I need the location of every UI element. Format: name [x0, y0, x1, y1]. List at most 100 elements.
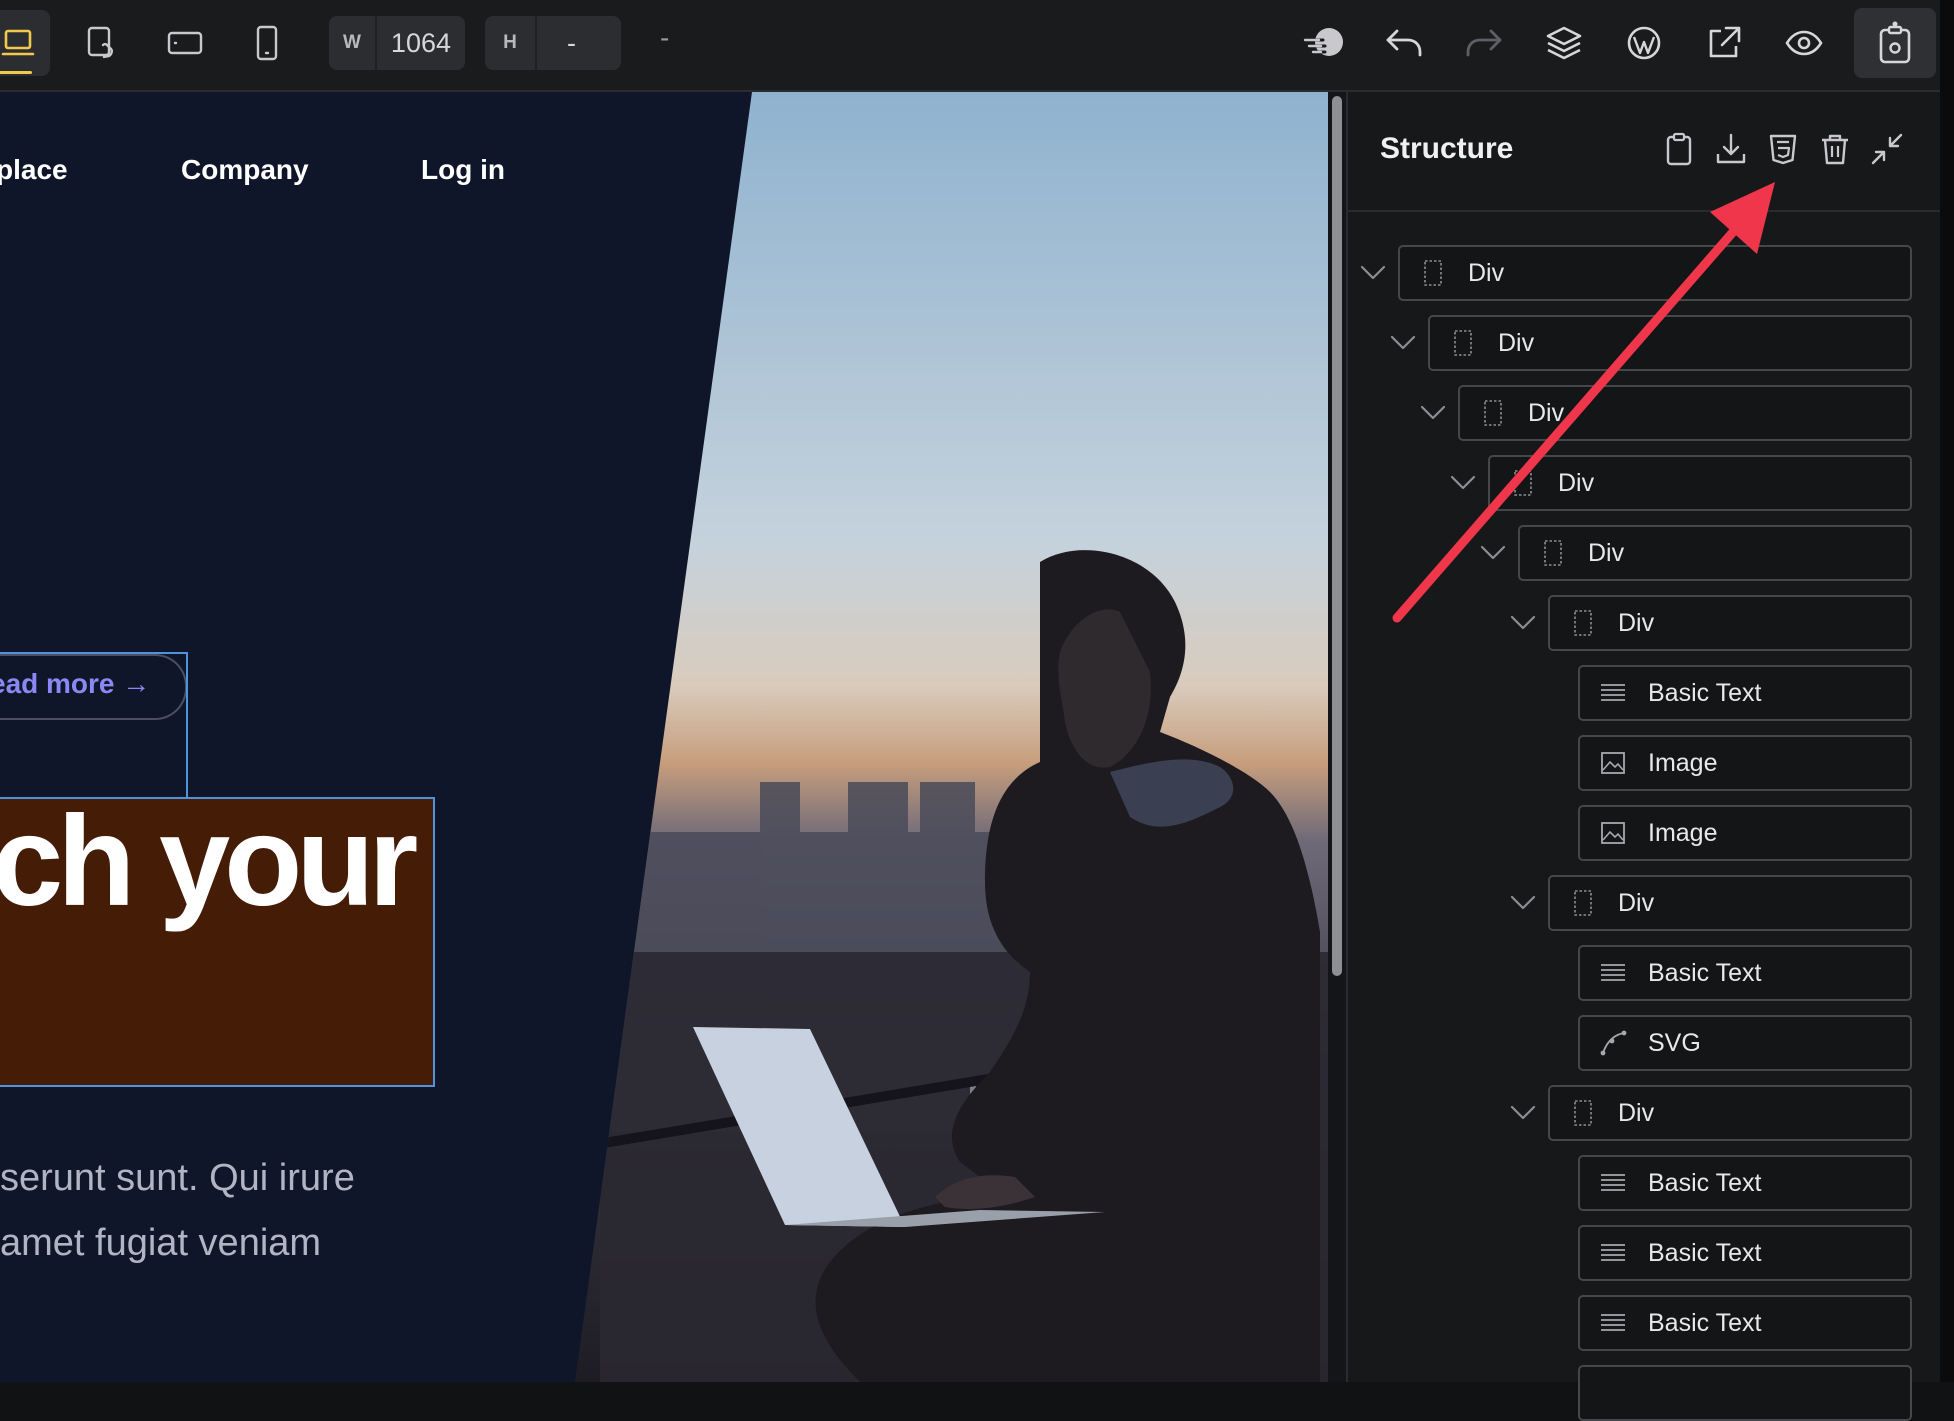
redo-button[interactable] [1452, 10, 1516, 76]
preview-button[interactable] [1772, 10, 1836, 76]
chevron-down-icon[interactable] [1510, 894, 1536, 912]
wordpress-icon [1627, 26, 1661, 60]
eye-icon [1785, 30, 1823, 56]
height-field[interactable]: H - [485, 16, 621, 70]
download-icon[interactable] [1714, 132, 1748, 166]
tree-node-div[interactable]: Div [1518, 525, 1912, 581]
top-toolbar: W 1064 H - - [0, 0, 1954, 92]
tree-node-div[interactable]: Div [1548, 875, 1912, 931]
tree-node-text[interactable]: Basic Text [1578, 1295, 1912, 1351]
hero-headline-block[interactable]: ch your [0, 797, 435, 1087]
tree-node-svg[interactable]: SVG [1578, 1015, 1912, 1071]
tree-node-label: Basic Text [1648, 678, 1762, 707]
image-icon [1601, 752, 1625, 774]
redo-icon [1466, 29, 1502, 57]
publish-button[interactable] [1854, 8, 1936, 78]
external-link-icon [1709, 26, 1741, 58]
tablet-landscape-icon [167, 31, 203, 55]
width-label: W [329, 16, 377, 70]
chevron-down-icon[interactable] [1420, 404, 1446, 422]
div-icon [1574, 610, 1592, 636]
tree-node-label: Div [1528, 398, 1565, 427]
hero-paragraph-line-1: serunt sunt. Qui irure [0, 1157, 355, 1199]
tree-node-div[interactable]: Div [1548, 595, 1912, 651]
tree-node-div[interactable]: Div [1548, 1085, 1912, 1141]
tree-node-div[interactable]: Div [1398, 245, 1912, 301]
tree-node-label: Div [1618, 608, 1655, 637]
text-lines-icon [1601, 1244, 1625, 1261]
tree-node-text[interactable]: Basic Text [1578, 1225, 1912, 1281]
tree-node-div[interactable]: Div [1488, 455, 1912, 511]
layers-icon [1546, 26, 1582, 60]
tree-node-label: Basic Text [1648, 1308, 1762, 1337]
width-value[interactable]: 1064 [377, 28, 465, 59]
tree-node-div[interactable]: Div [1428, 315, 1912, 371]
canvas-scrollbar-thumb[interactable] [1332, 96, 1342, 976]
div-icon [1574, 890, 1592, 916]
tree-node-text[interactable]: Basic Text [1578, 1155, 1912, 1211]
tree-node-label: Basic Text [1648, 1168, 1762, 1197]
undo-button[interactable] [1372, 10, 1436, 76]
open-external-button[interactable] [1692, 10, 1756, 76]
chevron-down-icon[interactable] [1390, 334, 1416, 352]
phone-view-button[interactable] [235, 10, 299, 76]
nav-link-marketplace[interactable]: place [0, 154, 68, 186]
publish-icon [1879, 21, 1911, 64]
tree-node-div[interactable]: Div [1458, 385, 1912, 441]
chevron-down-icon[interactable] [1360, 264, 1386, 282]
tree-node-label: Div [1558, 468, 1595, 497]
tree-node-label: Basic Text [1648, 1238, 1762, 1267]
width-field[interactable]: W 1064 [329, 16, 465, 70]
collapse-icon[interactable] [1870, 132, 1904, 166]
text-lines-icon [1601, 1174, 1625, 1191]
tree-node-label: Div [1498, 328, 1535, 357]
tree-node-label: Basic Text [1648, 958, 1762, 987]
chevron-down-icon[interactable] [1510, 1104, 1536, 1122]
chevron-down-icon[interactable] [1450, 474, 1476, 492]
undo-icon [1386, 29, 1422, 57]
div-icon [1424, 260, 1442, 286]
tablet-landscape-view-button[interactable] [153, 10, 217, 76]
wind-icon [1303, 28, 1343, 56]
tree-node-label: SVG [1648, 1028, 1701, 1057]
div-icon [1454, 330, 1472, 356]
height-value[interactable]: - [537, 28, 590, 59]
chevron-down-icon[interactable] [1480, 544, 1506, 562]
panel-title: Structure [1380, 132, 1514, 165]
div-icon [1544, 540, 1562, 566]
tree-node-partial[interactable] [1578, 1365, 1912, 1421]
height-label: H [485, 16, 537, 70]
chevron-down-icon[interactable] [1510, 614, 1536, 632]
layers-button[interactable] [1532, 10, 1596, 76]
trash-icon[interactable] [1818, 132, 1852, 166]
div-icon [1484, 400, 1502, 426]
tree-node-label: Div [1468, 258, 1505, 287]
text-lines-icon [1601, 964, 1625, 981]
text-lines-icon [1601, 1314, 1625, 1331]
desktop-view-button[interactable] [0, 10, 50, 76]
tablet-touch-view-button[interactable] [70, 10, 134, 76]
tree-node-image[interactable]: Image [1578, 735, 1912, 791]
structure-panel-header: Structure [1348, 92, 1942, 212]
tree-node-image[interactable]: Image [1578, 805, 1912, 861]
wordpress-button[interactable] [1612, 10, 1676, 76]
tree-node-label: Div [1618, 888, 1655, 917]
nav-link-login[interactable]: Log in [421, 154, 505, 186]
ai-assistant-button[interactable] [1293, 10, 1357, 76]
tree-node-text[interactable]: Basic Text [1578, 665, 1912, 721]
hero-headline: ch your [0, 797, 418, 933]
clipboard-icon[interactable] [1662, 132, 1696, 166]
zoom-value: - [660, 22, 670, 53]
vector-path-icon [1600, 1030, 1627, 1056]
nav-link-company[interactable]: Company [181, 154, 309, 186]
desktop-icon [1, 29, 35, 56]
tree-node-label: Div [1618, 1098, 1655, 1127]
design-canvas[interactable]: place Company Log in ead more → ch your … [0, 92, 1328, 1382]
hero-paragraph-line-2: amet fugiat veniam [0, 1222, 322, 1264]
tree-node-text[interactable]: Basic Text [1578, 945, 1912, 1001]
html5-icon[interactable] [1766, 132, 1800, 166]
tree-node-label: Image [1648, 818, 1718, 847]
tablet-touch-icon [87, 26, 114, 59]
window-edge [1940, 0, 1954, 1382]
div-icon [1574, 1100, 1592, 1126]
